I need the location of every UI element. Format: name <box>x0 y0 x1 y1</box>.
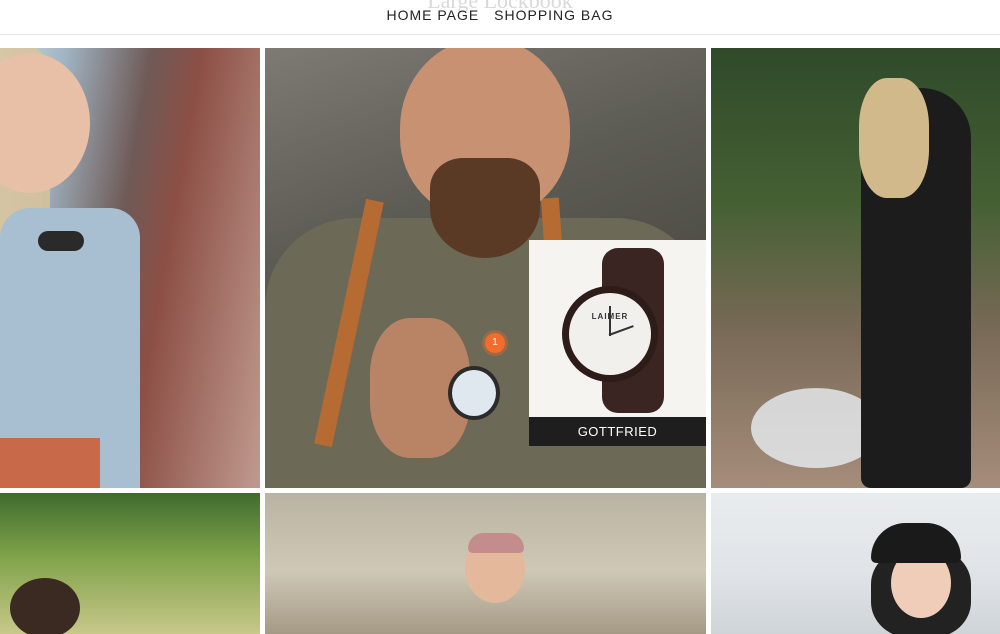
tile-figure <box>430 158 540 258</box>
lookbook-tile-woman-plants[interactable] <box>0 493 260 634</box>
tile-figure <box>10 578 80 634</box>
tile-figure <box>0 438 100 488</box>
lookbook-tile-woman-hillside[interactable] <box>711 48 1000 488</box>
nav-shopping-bag-link[interactable]: SHOPPING BAG <box>494 7 613 23</box>
tile-figure <box>871 523 961 563</box>
lookbook-tile-woman-cap[interactable] <box>711 493 1000 634</box>
watch-image <box>38 231 84 251</box>
product-hotspot[interactable]: 1 <box>485 333 505 353</box>
lookbook-tile-woman-headband[interactable] <box>265 493 706 634</box>
tile-figure <box>0 53 90 193</box>
tile-figure <box>859 78 929 198</box>
product-popup[interactable]: LAIMER GOTTFRIED <box>529 240 706 446</box>
watch-image <box>448 366 500 420</box>
lookbook-tile-woman-watch[interactable] <box>0 48 260 488</box>
product-name-label[interactable]: GOTTFRIED <box>529 417 706 446</box>
top-bar: Large Lockbook HOME PAGE SHOPPING BAG <box>0 0 1000 35</box>
nav-home-page-link[interactable]: HOME PAGE <box>386 7 479 23</box>
watch-hand <box>609 306 611 336</box>
tile-figure <box>468 533 524 553</box>
main-nav: HOME PAGE SHOPPING BAG <box>0 7 1000 23</box>
